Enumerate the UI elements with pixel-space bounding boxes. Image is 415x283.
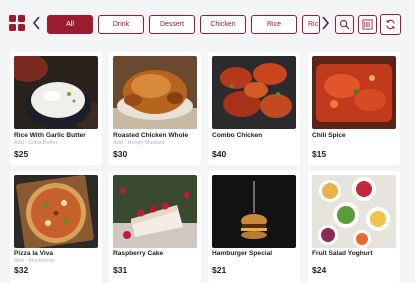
product-image-fruit-salad <box>312 175 396 248</box>
product-image-rice <box>14 56 98 129</box>
product-image-hamburger <box>212 175 296 248</box>
product-image-roasted-chicken <box>113 56 197 129</box>
search-button[interactable] <box>335 15 354 34</box>
chevron-left-icon[interactable] <box>30 14 44 32</box>
product-addon: Add : Extra Butter <box>14 140 58 146</box>
chevron-right-icon[interactable] <box>318 14 332 32</box>
barcode-icon <box>362 19 373 30</box>
tab-drink[interactable]: Drink <box>98 15 144 34</box>
tab-dessert[interactable]: Dessert <box>149 15 195 34</box>
tab-chicken[interactable]: Chicken <box>200 15 246 34</box>
product-card-hamburger[interactable]: Hamburger Special $21 <box>208 171 300 283</box>
product-card-rice[interactable]: Rice With Garlic Butter Add : Extra Butt… <box>10 52 102 165</box>
tab-rice[interactable]: Rice <box>251 15 297 34</box>
product-price: $21 <box>212 265 227 275</box>
product-name: Pizza la Viva <box>14 250 54 257</box>
product-price: $25 <box>14 149 29 159</box>
barcode-button[interactable] <box>358 15 377 34</box>
product-image-pizza <box>14 175 98 248</box>
product-name: Combo Chicken <box>212 132 263 139</box>
product-name: Chili Spice <box>312 132 346 139</box>
search-icon <box>339 19 350 30</box>
product-name: Raspberry Cake <box>113 250 164 257</box>
product-card-pizza[interactable]: Pizza la Viva Add : Mushroom $32 <box>10 171 102 283</box>
grid-icon[interactable] <box>9 15 25 31</box>
product-name: Rice With Garlic Butter <box>14 132 86 139</box>
product-image-chili-spice <box>312 56 396 129</box>
product-image-combo-chicken <box>212 56 296 129</box>
product-price: $31 <box>113 265 128 275</box>
product-price: $15 <box>312 149 327 159</box>
product-addon: Add : Mushroom <box>14 258 55 264</box>
product-name: Hamburger Special <box>212 250 273 257</box>
product-price: $32 <box>14 265 29 275</box>
product-price: $40 <box>212 149 227 159</box>
product-card-fruit-salad[interactable]: Fruit Salad Yoghurt $24 <box>308 171 400 283</box>
product-name: Roasted Chicken Whole <box>113 132 189 139</box>
product-card-combo-chicken[interactable]: Combo Chicken $40 <box>208 52 300 165</box>
product-card-raspberry-cake[interactable]: Raspberry Cake $31 <box>109 171 201 283</box>
product-price: $24 <box>312 265 327 275</box>
refresh-icon <box>386 19 395 30</box>
product-name: Fruit Salad Yoghurt <box>312 250 373 257</box>
product-price: $30 <box>113 149 128 159</box>
product-addon: Add : Honey Mustard <box>113 140 165 146</box>
product-card-roasted-chicken[interactable]: Roasted Chicken Whole Add : Honey Mustar… <box>109 52 201 165</box>
refresh-button[interactable] <box>380 14 401 35</box>
product-image-raspberry-cake <box>113 175 197 248</box>
product-card-chili-spice[interactable]: Chili Spice $15 <box>308 52 400 165</box>
category-bar: All Drink Dessert Chicken Rice Ric <box>0 0 415 44</box>
tab-all[interactable]: All <box>47 15 93 34</box>
